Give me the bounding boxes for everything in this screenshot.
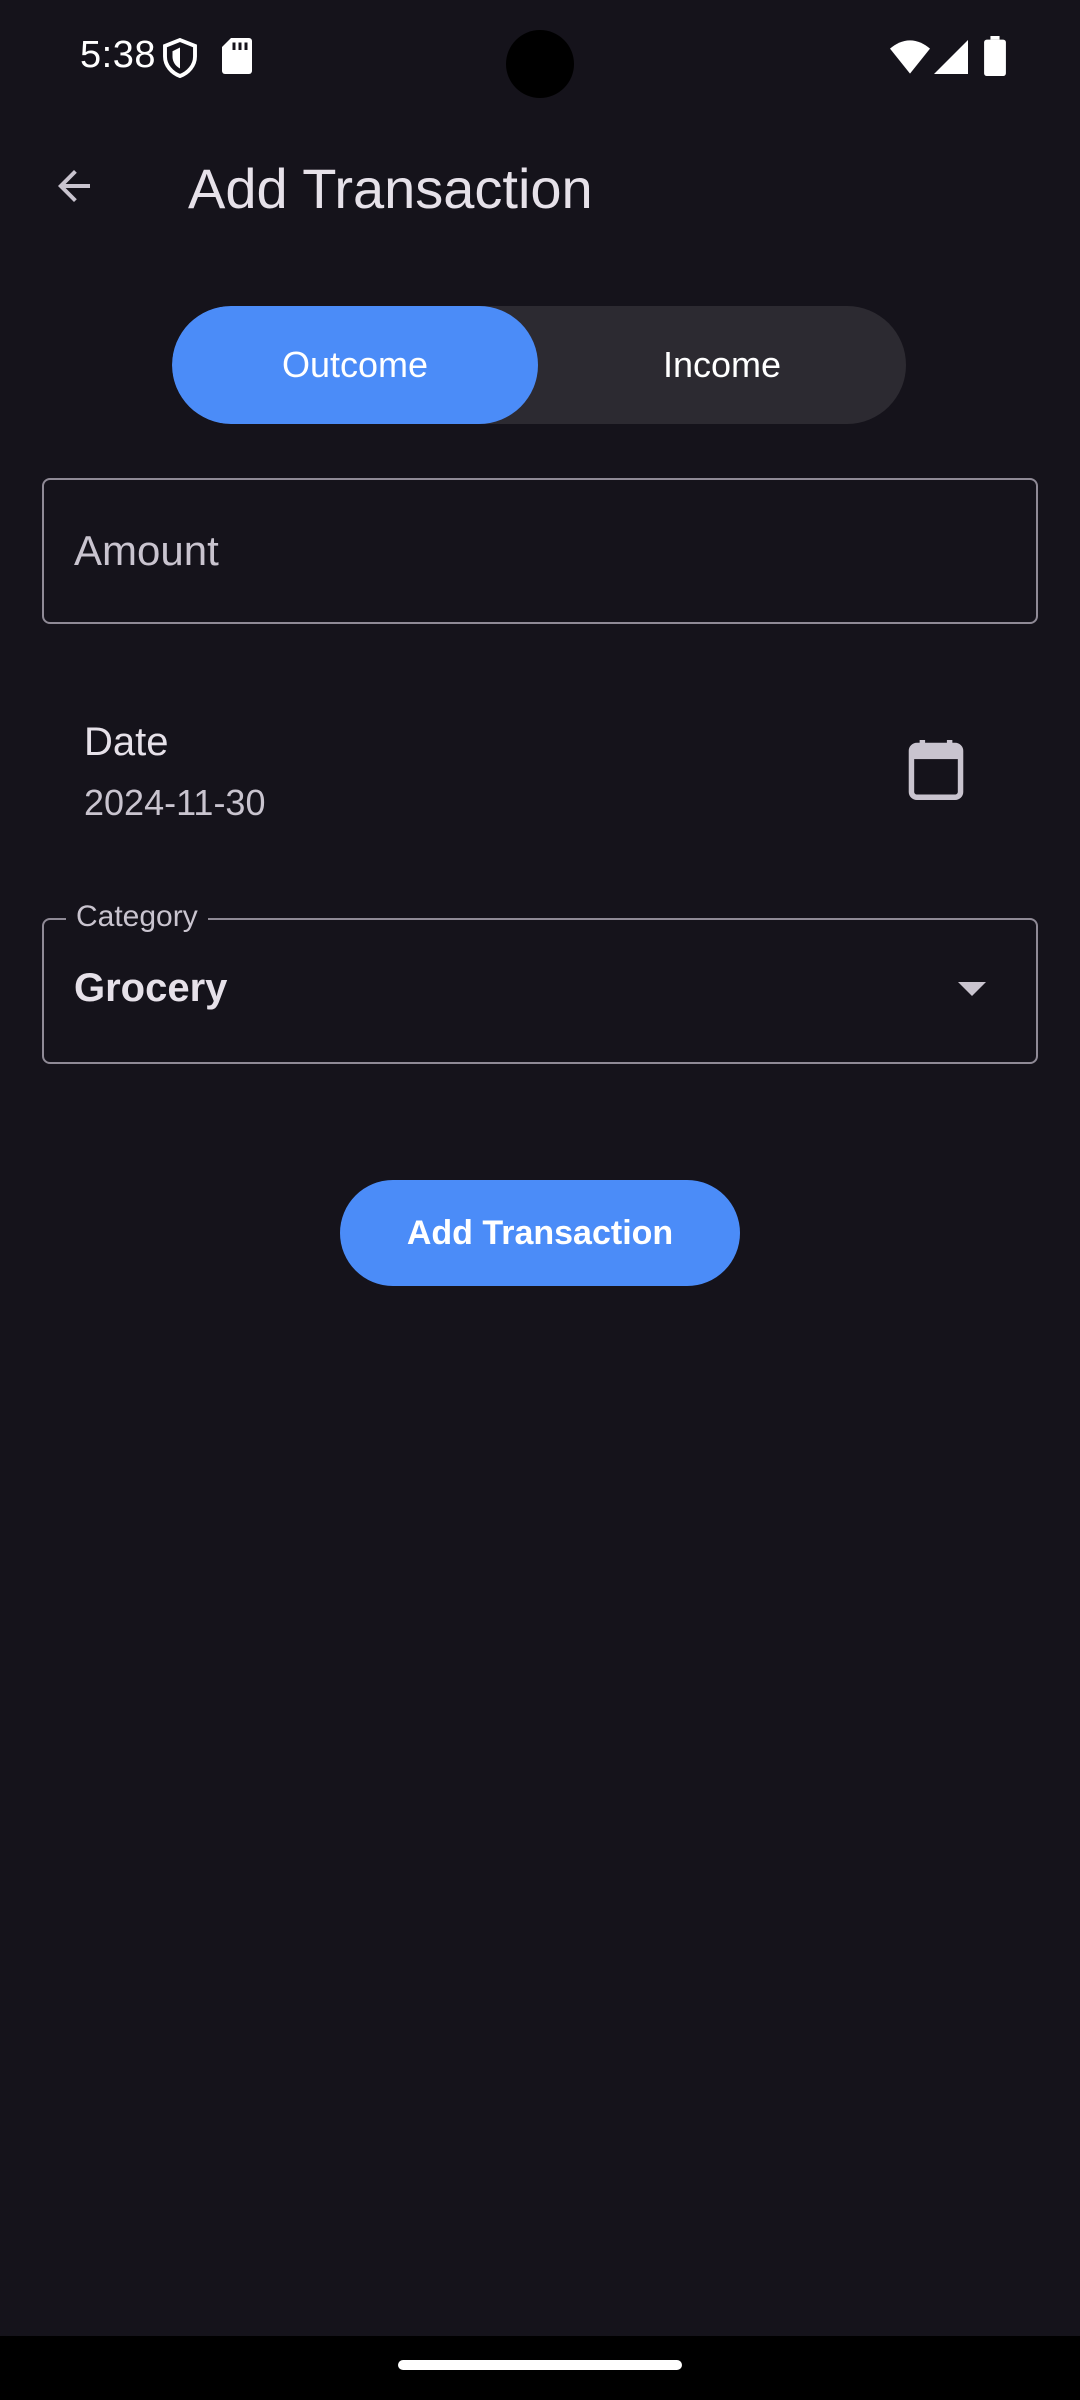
app-bar: Add Transaction [0, 120, 1080, 260]
shield-icon [162, 37, 198, 83]
toggle-income-label: Income [662, 344, 782, 385]
back-button[interactable] [36, 150, 112, 226]
date-row[interactable]: Date 2024-11-30 [42, 690, 1038, 850]
amount-input[interactable] [74, 480, 1004, 622]
toggle-outcome-label: Outcome [281, 344, 429, 385]
status-time: 5:38 [80, 34, 156, 76]
screen: 5:38 Add Transaction Outcome Income Amou… [0, 0, 1080, 2400]
calendar-icon [908, 739, 964, 805]
arrow-left-icon [50, 162, 98, 215]
calendar-button[interactable] [900, 736, 972, 808]
sd-card-icon [222, 38, 252, 79]
category-value: Grocery [74, 966, 228, 1010]
home-indicator[interactable] [398, 2360, 682, 2370]
status-bar: 5:38 [0, 0, 1080, 120]
battery-icon [984, 36, 1006, 81]
category-dropdown[interactable]: Category Grocery [42, 900, 1038, 1064]
system-nav-bar [0, 2336, 1080, 2400]
camera-cutout [506, 30, 574, 98]
page-title: Add Transaction [188, 157, 593, 220]
transaction-type-toggle: Outcome Income [172, 306, 906, 424]
signal-icon [934, 40, 968, 79]
category-label: Category [66, 900, 208, 934]
dropdown-arrow-icon [958, 982, 986, 996]
wifi-icon [890, 40, 930, 79]
toggle-outcome[interactable]: Outcome [172, 306, 538, 424]
add-transaction-button[interactable]: Add Transaction [340, 1180, 740, 1286]
date-label: Date [84, 720, 169, 764]
amount-field [42, 478, 1038, 624]
date-value: 2024-11-30 [84, 782, 266, 823]
toggle-income[interactable]: Income [538, 306, 906, 424]
